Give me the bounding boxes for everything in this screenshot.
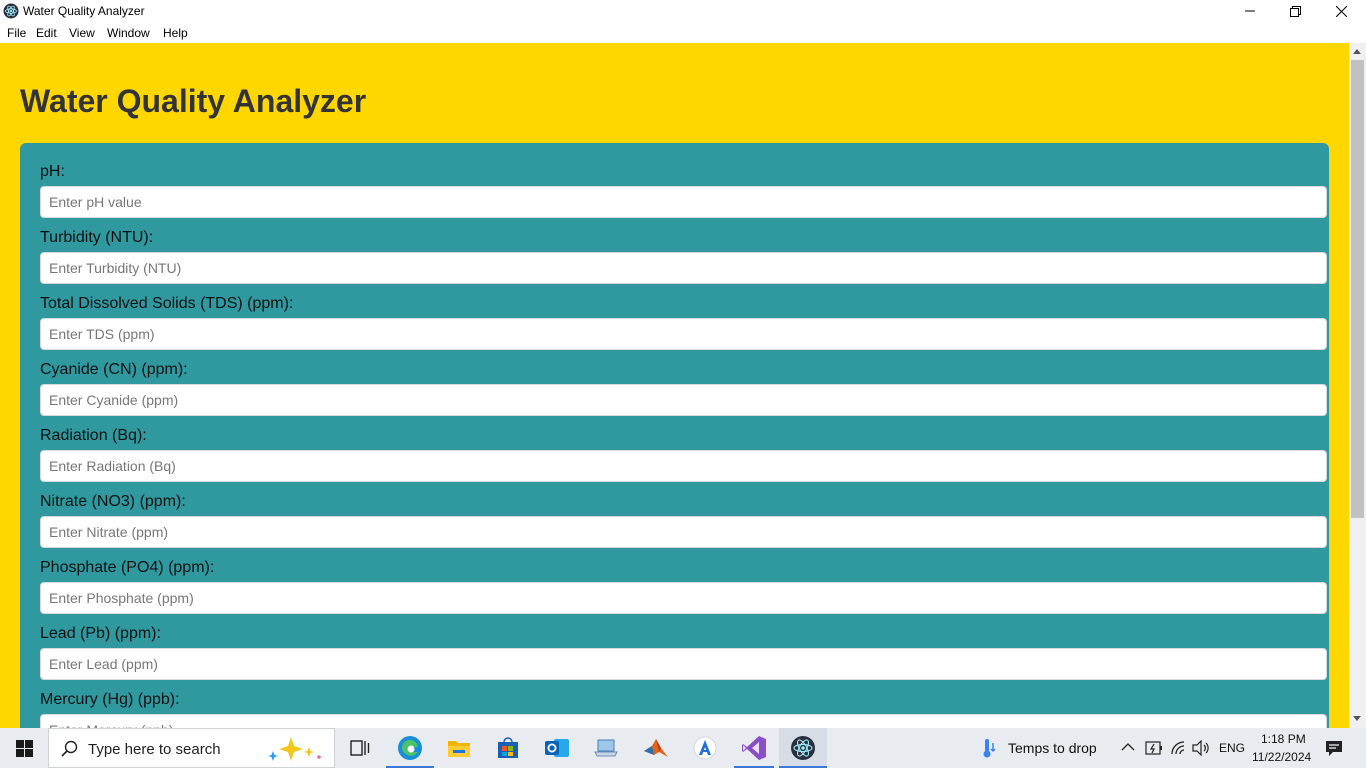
input-form-panel: pH: Turbidity (NTU): Total Dissolved Sol… [20,143,1329,728]
app-content: Water Quality Analyzer pH: Turbidity (NT… [0,43,1349,728]
store-icon [498,737,518,758]
close-button[interactable] [1318,0,1364,22]
radiation-input[interactable] [40,450,1327,482]
search-placeholder: Type here to search [88,741,221,758]
title-bar: Water Quality Analyzer [0,0,1366,22]
sparkle-icon [268,737,321,761]
app-a-button[interactable] [681,728,729,768]
outlook-icon [545,739,569,757]
edge-icon [398,736,422,760]
clock-date[interactable]: 11/22/2024 [1252,750,1311,764]
lead-label: Lead (Pb) (ppm): [40,625,161,642]
task-view-icon [350,740,370,756]
laptop-app-button[interactable] [582,728,630,768]
scroll-thumb[interactable] [1351,60,1364,518]
notifications-icon[interactable] [1325,740,1343,757]
minimize-button[interactable] [1227,0,1273,22]
menu-edit[interactable]: Edit [36,26,57,40]
restore-icon [1289,5,1301,17]
clock-time[interactable]: 1:18 PM [1261,732,1306,746]
search-icon [61,740,78,757]
network-icon[interactable] [1170,740,1188,756]
outlook-button[interactable] [533,728,581,768]
window-title: Water Quality Analyzer [23,4,145,18]
store-button[interactable] [484,728,532,768]
matlab-button[interactable] [632,728,680,768]
cyanide-label: Cyanide (CN) (ppm): [40,361,188,378]
close-icon [1335,5,1347,17]
phosphate-input[interactable] [40,582,1327,614]
menu-view[interactable]: View [69,26,95,40]
task-view-button[interactable] [336,728,384,768]
nitrate-label: Nitrate (NO3) (ppm): [40,493,186,510]
menu-bar: File Edit View Window Help [0,22,1366,43]
ph-label: pH: [40,163,65,180]
tds-input[interactable] [40,318,1327,350]
language-indicator[interactable]: ENG [1219,741,1245,755]
battery-icon[interactable] [1145,739,1163,757]
menu-window[interactable]: Window [107,26,150,40]
start-button[interactable] [0,728,48,768]
turbidity-label: Turbidity (NTU): [40,229,154,246]
electron-app-icon [3,3,19,19]
menu-help[interactable]: Help [163,26,188,40]
electron-icon [791,736,815,760]
turbidity-input[interactable] [40,252,1327,284]
weather-widget[interactable]: Temps to drop [976,728,1104,768]
minimize-icon [1245,10,1255,12]
lead-input[interactable] [40,648,1327,680]
vertical-scrollbar[interactable] [1349,43,1366,728]
scroll-up-icon[interactable] [1353,49,1361,54]
radiation-label: Radiation (Bq): [40,427,147,444]
laptop-icon [594,739,618,757]
electron-button[interactable] [779,728,827,768]
file-explorer-icon [448,741,470,757]
thermometer-icon [983,739,996,758]
speaker-icon[interactable] [1192,740,1210,756]
taskbar: Type here to search Temps to drop ENG 1:… [0,728,1366,768]
mercury-input[interactable] [40,714,1327,728]
page-title: Water Quality Analyzer [20,83,367,119]
scroll-down-icon[interactable] [1353,716,1361,721]
restore-button[interactable] [1272,0,1318,22]
windows-logo-icon [15,739,33,757]
matlab-icon [644,739,668,757]
visual-studio-icon [742,736,766,760]
app-a-icon [693,736,717,760]
edge-button[interactable] [386,728,434,768]
nitrate-input[interactable] [40,516,1327,548]
menu-file[interactable]: File [7,26,26,40]
ph-input[interactable] [40,186,1327,218]
visual-studio-button[interactable] [730,728,778,768]
chevron-up-icon[interactable] [1121,742,1135,752]
weather-text: Temps to drop [1008,740,1097,756]
taskbar-search-box[interactable]: Type here to search [48,728,335,768]
phosphate-label: Phosphate (PO4) (ppm): [40,559,215,576]
tds-label: Total Dissolved Solids (TDS) (ppm): [40,295,294,312]
file-explorer-button[interactable] [435,728,483,768]
mercury-label: Mercury (Hg) (ppb): [40,691,180,708]
cyanide-input[interactable] [40,384,1327,416]
